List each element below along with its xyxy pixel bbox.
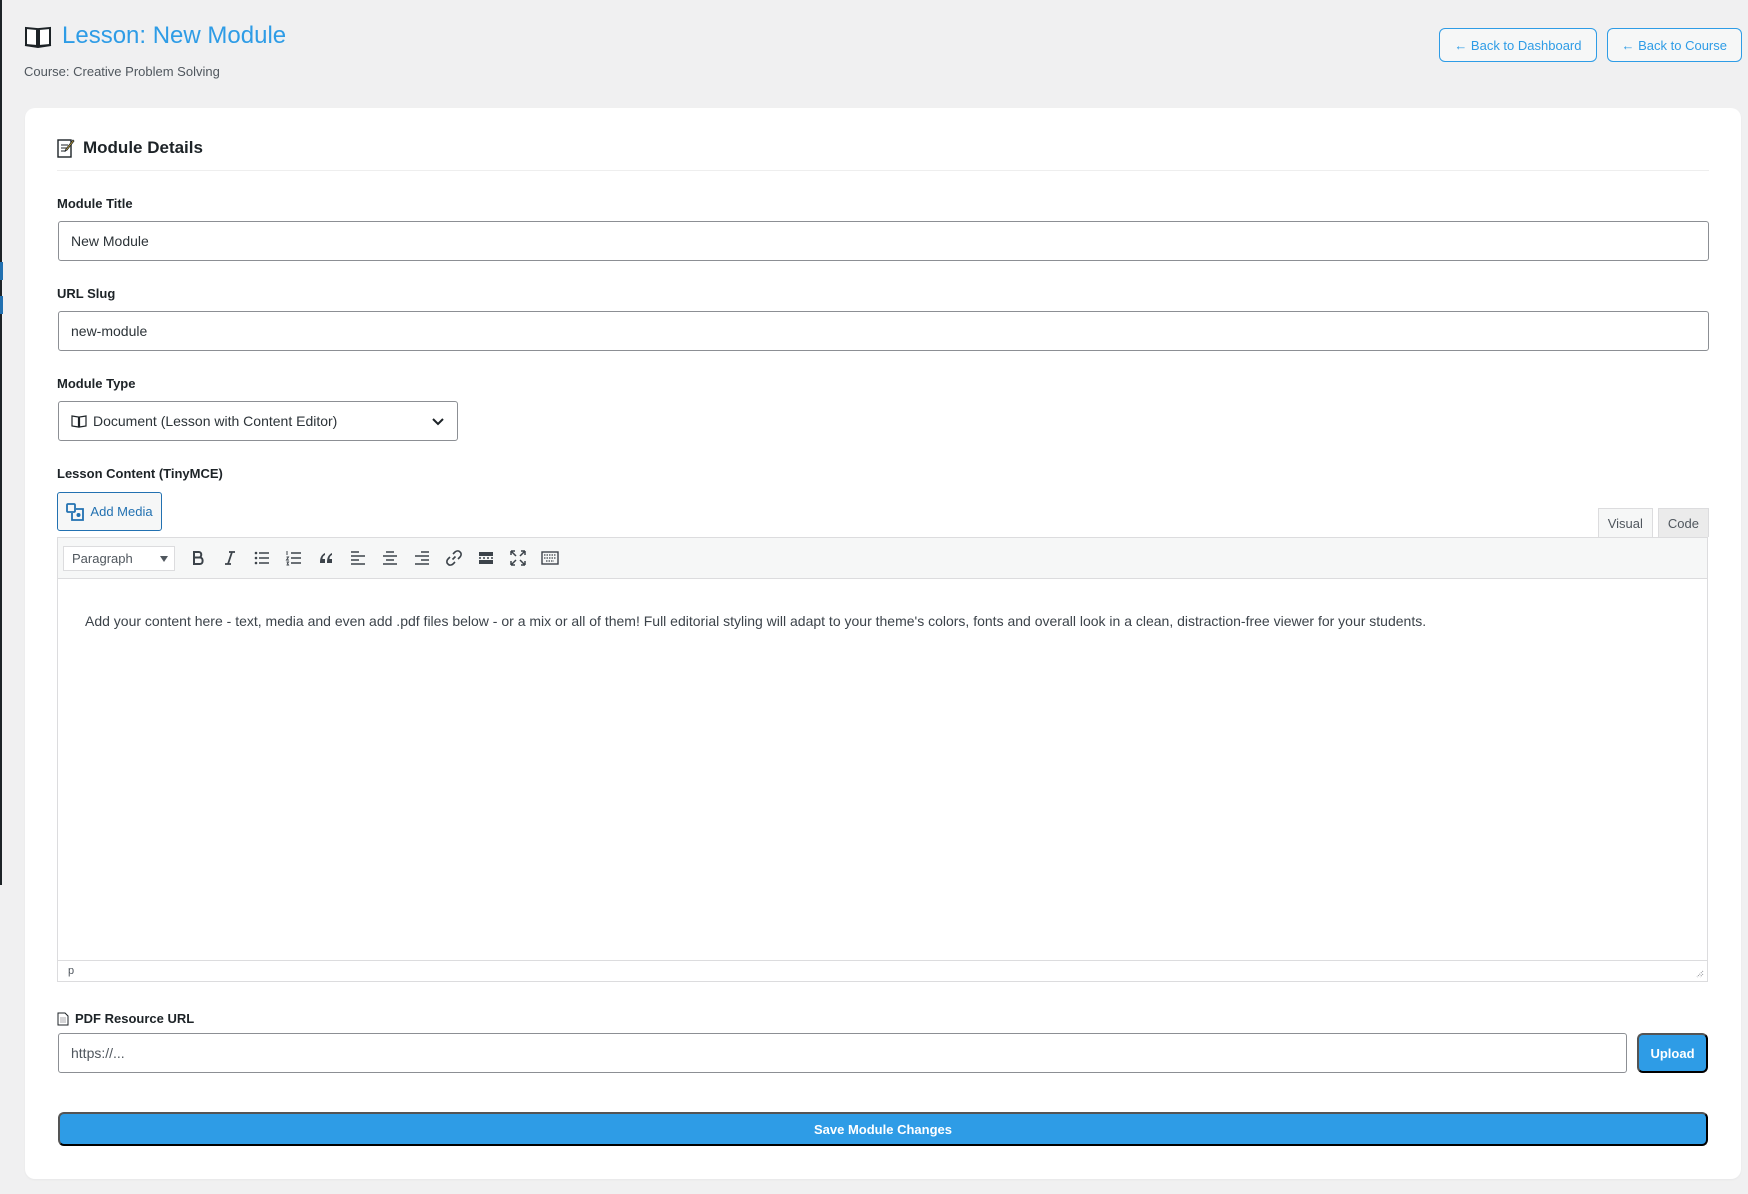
course-subtitle: Course: Creative Problem Solving [24,64,220,79]
add-media-label: Add Media [90,504,153,519]
editor-content-area[interactable]: Add your content here - text, media and … [58,579,1707,962]
align-left-icon[interactable] [345,545,371,571]
read-more-icon[interactable] [473,545,499,571]
pdf-resource-label: PDF Resource URL [57,1011,194,1026]
resize-handle-icon[interactable] [1694,968,1704,978]
open-book-icon [71,415,87,428]
chevron-down-icon [432,418,444,426]
module-type-label: Module Type [57,376,136,391]
save-module-button[interactable]: Save Module Changes [58,1112,1708,1146]
editor-tabs: Visual Code [1597,508,1709,537]
editor-status-bar: p [58,960,1707,981]
element-path[interactable]: p [68,965,74,977]
numbered-list-icon[interactable] [281,545,307,571]
fullscreen-icon[interactable] [505,545,531,571]
document-icon [57,1012,69,1025]
format-select[interactable]: Paragraph [63,545,175,571]
module-title-label: Module Title [57,196,133,211]
blockquote-icon[interactable] [313,545,339,571]
italic-icon[interactable] [217,545,243,571]
url-slug-input[interactable]: new-module [58,311,1709,351]
open-book-icon [24,26,52,48]
module-type-select[interactable]: Document (Lesson with Content Editor) [58,401,458,441]
section-title: Module Details [83,138,203,157]
left-edge-marker [0,262,3,280]
align-center-icon[interactable] [377,545,403,571]
page-title-text: Lesson: New Module [62,22,287,49]
page-header: Lesson: New Module Course: Creative Prob… [24,18,1748,98]
pdf-resource-label-text: PDF Resource URL [75,1011,195,1026]
rich-text-editor: Paragraph Add your content here - text, … [57,537,1708,982]
module-title-input[interactable]: New Module [58,221,1709,261]
url-slug-label: URL Slug [57,286,116,301]
bullet-list-icon[interactable] [249,545,275,571]
media-icon [66,502,85,521]
tab-code[interactable]: Code [1657,508,1709,537]
module-type-value: Document (Lesson with Content Editor) [93,413,338,429]
format-select-value: Paragraph [72,550,133,566]
bold-icon[interactable] [185,545,211,571]
memo-icon [57,139,75,158]
left-edge-bar [0,0,2,885]
pdf-url-input[interactable]: https://... [58,1033,1627,1073]
module-details-card: Module Details Module Title New Module U… [25,108,1741,1179]
align-right-icon[interactable] [409,545,435,571]
editor-toolbar: Paragraph [58,538,1707,579]
add-media-button[interactable]: Add Media [57,492,162,531]
editor-paragraph: Add your content here - text, media and … [85,613,1427,629]
section-heading: Module Details [57,138,1709,171]
lesson-content-label: Lesson Content (TinyMCE) [57,466,223,481]
caret-down-icon [160,555,168,562]
header-actions: ← Back to Dashboard ← Back to Course [1439,28,1742,62]
back-to-course-button[interactable]: ← Back to Course [1606,28,1742,62]
left-edge-marker [0,296,3,314]
toolbar-toggle-icon[interactable] [537,545,563,571]
link-icon[interactable] [441,545,467,571]
upload-button[interactable]: Upload [1637,1033,1708,1073]
tab-visual[interactable]: Visual [1597,508,1653,537]
back-to-dashboard-button[interactable]: ← Back to Dashboard [1439,28,1597,62]
